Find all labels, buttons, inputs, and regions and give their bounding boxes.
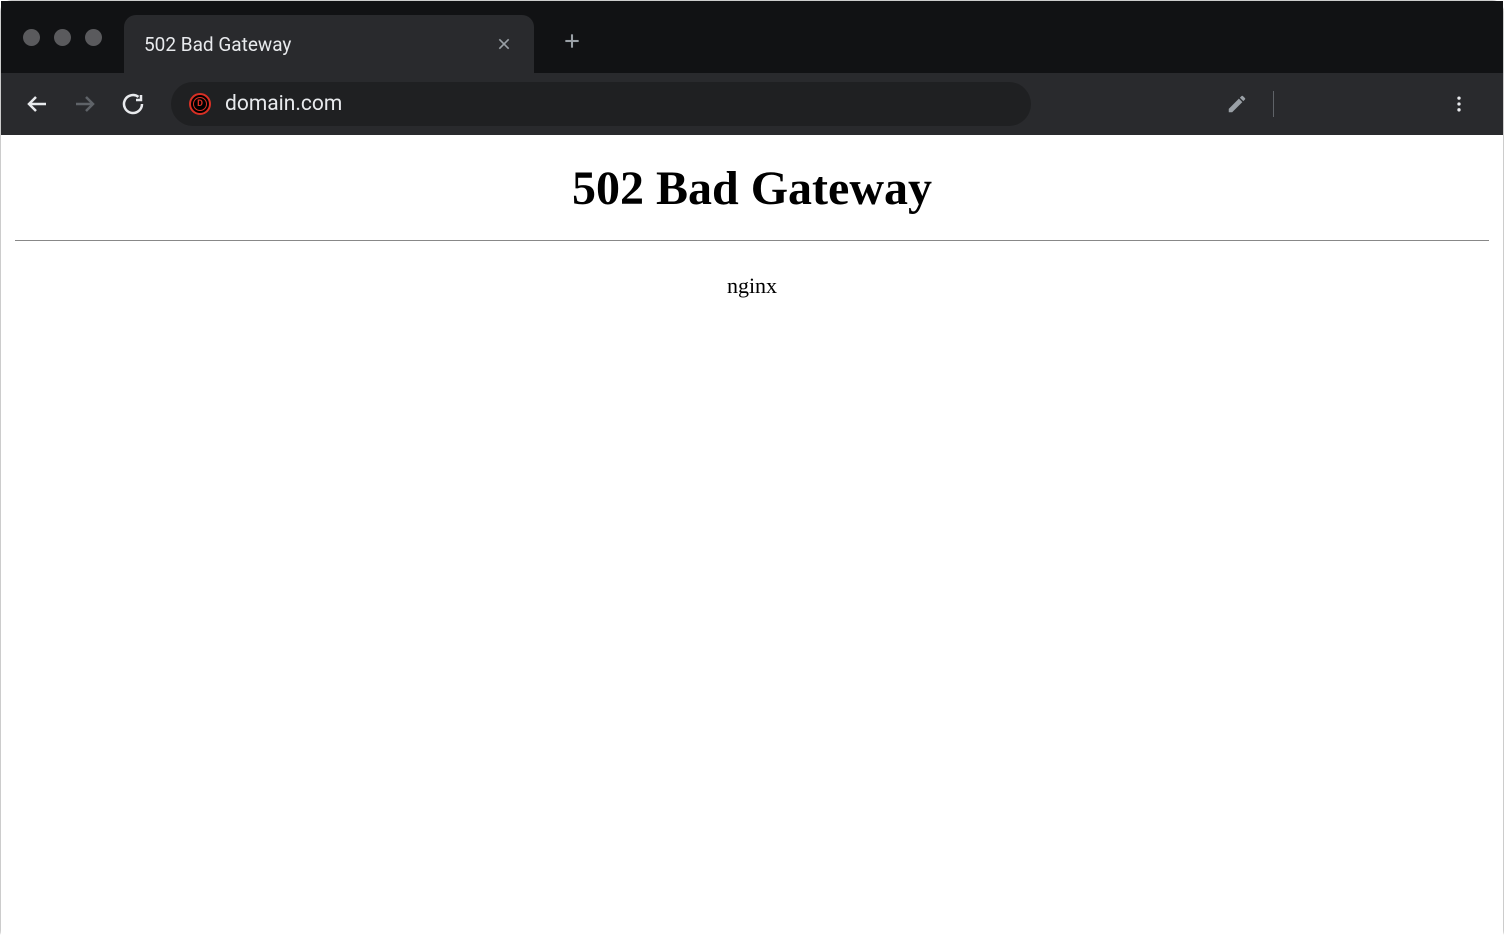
window-maximize-button[interactable] (85, 29, 102, 46)
reload-icon (121, 92, 145, 116)
site-favicon-icon: D (189, 93, 211, 115)
pencil-icon (1226, 93, 1248, 115)
plus-icon (562, 31, 582, 51)
browser-tab[interactable]: 502 Bad Gateway (124, 15, 534, 73)
address-bar[interactable]: D domain.com (171, 82, 1031, 126)
toolbar: D domain.com (1, 73, 1503, 135)
forward-button[interactable] (65, 84, 105, 124)
edit-button[interactable] (1217, 84, 1257, 124)
server-name: nginx (15, 273, 1489, 299)
close-icon (496, 36, 512, 52)
menu-button[interactable] (1439, 84, 1479, 124)
error-heading: 502 Bad Gateway (15, 161, 1489, 216)
arrow-left-icon (25, 92, 49, 116)
back-button[interactable] (17, 84, 57, 124)
window-controls (1, 29, 102, 46)
window-minimize-button[interactable] (54, 29, 71, 46)
toolbar-separator (1273, 91, 1274, 117)
window-close-button[interactable] (23, 29, 40, 46)
browser-chrome: 502 Bad Gateway (1, 1, 1503, 135)
tab-title: 502 Bad Gateway (144, 33, 494, 56)
new-tab-button[interactable] (552, 21, 592, 61)
dots-vertical-icon (1449, 94, 1469, 114)
reload-button[interactable] (113, 84, 153, 124)
toolbar-right (1217, 84, 1274, 124)
url-text: domain.com (225, 92, 342, 116)
page-content: 502 Bad Gateway nginx (1, 135, 1503, 943)
arrow-right-icon (73, 92, 97, 116)
close-tab-button[interactable] (494, 34, 514, 54)
divider (15, 240, 1489, 241)
tab-bar: 502 Bad Gateway (1, 1, 1503, 73)
